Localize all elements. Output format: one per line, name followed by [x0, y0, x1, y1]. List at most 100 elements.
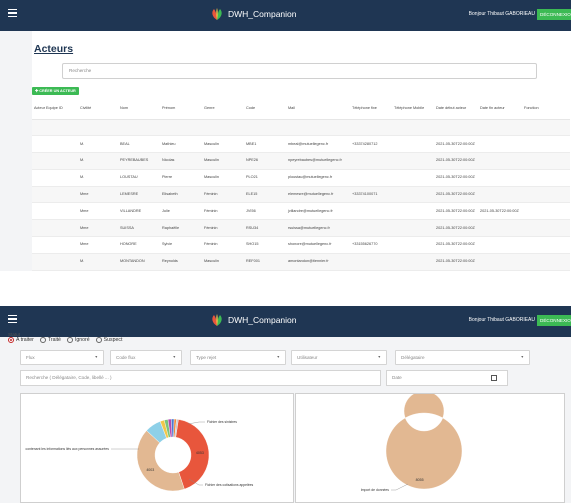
filter-select[interactable]: Code flux ▼	[110, 350, 182, 365]
column-header[interactable]: Fonction	[522, 103, 570, 120]
table-row[interactable]	[32, 119, 570, 137]
table-cell: LEMESRE	[118, 186, 160, 204]
donut-chart-right[interactable]: 8055 Import de données	[296, 390, 566, 503]
column-header[interactable]: Civilité	[78, 103, 118, 120]
column-header[interactable]: Téléphone Mobile	[392, 103, 434, 120]
column-header[interactable]: Acteur Equipe ID	[32, 103, 78, 120]
filter-label: Type rejet	[196, 355, 217, 360]
filter-select[interactable]: Flux ▼	[20, 350, 104, 365]
column-header[interactable]: Date début acteur	[434, 103, 478, 120]
menu-icon[interactable]	[8, 315, 17, 323]
table-cell	[392, 152, 434, 170]
table-cell	[32, 169, 78, 187]
table-cell	[478, 152, 522, 170]
brand[interactable]: DWH_Companion	[210, 313, 297, 327]
statut-radio[interactable]: Traité	[39, 337, 61, 343]
table-row[interactable]: M. MONTANDON Reynolds Masculin REF001 amontan…	[32, 253, 570, 271]
table-cell: mbeal@mutuellegenc.fr	[286, 135, 350, 154]
table-cell	[392, 119, 434, 137]
brand[interactable]: DWH_Companion	[210, 7, 297, 21]
table-cell	[478, 219, 522, 238]
top-navbar: DWH_Companion Bonjour Thibaut GABORIEAU …	[0, 0, 571, 31]
chart-panel-left: 4053 4003 contenant les informations liés …	[20, 393, 294, 503]
table-cell: 2021-05-30T22:00:00Z	[434, 253, 478, 271]
slice-category-label: contenant les informations liés aux pers…	[26, 447, 110, 451]
table-row[interactable]: M. BEAL Mathieu Masculin MBE1 mbeal@mutuelleg…	[32, 135, 570, 154]
column-header[interactable]: Genre	[202, 103, 244, 120]
radio-circle-icon[interactable]	[8, 337, 14, 343]
logout-button[interactable]: DÉCONNEXION	[537, 315, 571, 326]
table-cell	[522, 152, 570, 170]
table-cell: Mathieu	[160, 135, 202, 154]
date-field[interactable]: Date	[386, 370, 508, 386]
donut-chart-left[interactable]: 4053 4003 contenant les informations liés …	[21, 394, 295, 503]
table-cell	[522, 119, 570, 137]
filter-select[interactable]: Type rejet ▼	[190, 350, 286, 365]
chevron-down-icon: ▼	[377, 355, 381, 359]
calendar-icon[interactable]	[491, 375, 497, 381]
table-cell: Nicolas	[160, 152, 202, 170]
radio-label: A traiter	[16, 337, 34, 343]
table-row[interactable]: Mme VILLANDRE Julie Féminin JVI56 jvillandre@…	[32, 202, 570, 221]
table-body: M. BEAL Mathieu Masculin MBE1 mbeal@mutuelleg…	[32, 119, 570, 271]
radio-circle-icon[interactable]	[66, 337, 73, 343]
column-header[interactable]: Code	[244, 103, 286, 120]
radio-label: Suspect	[103, 337, 123, 343]
table-cell	[392, 253, 434, 271]
column-header[interactable]: Prénom	[160, 103, 202, 120]
table-cell	[478, 119, 522, 137]
table-row[interactable]: M. LOUSTAU Pierre Masculin PLO21 ploustau@mut…	[32, 169, 570, 187]
statut-radio[interactable]: Suspect	[95, 337, 123, 343]
radio-circle-icon[interactable]	[39, 337, 46, 343]
table-cell	[350, 152, 392, 170]
statut-radio[interactable]: Ignoré	[66, 337, 90, 343]
logout-button[interactable]: DÉCONNEXION	[537, 9, 571, 20]
table-cell	[32, 186, 78, 204]
filter-select[interactable]: Utilisateur ▼	[291, 350, 387, 365]
table-cell: 2021-05-30T22:00:00Z	[478, 202, 522, 221]
table-cell	[350, 202, 392, 221]
table-cell	[478, 236, 522, 254]
table-cell: BEAL	[118, 135, 160, 154]
menu-icon[interactable]	[8, 9, 17, 17]
column-header[interactable]: Téléphone fixe	[350, 103, 392, 120]
table-cell: Masculin	[202, 152, 244, 170]
filter-label: Code flux	[116, 355, 136, 360]
column-header[interactable]: Mail	[286, 103, 350, 120]
chevron-down-icon: ▼	[520, 355, 524, 359]
column-header[interactable]: Nom	[118, 103, 160, 120]
search-input[interactable]: Recherche	[62, 63, 537, 79]
filter-select[interactable]: Délégataire ▼	[395, 350, 530, 365]
radio-label: Traité	[47, 337, 61, 343]
table-cell: MONTANDON	[118, 253, 160, 271]
column-header[interactable]: Date fin acteur	[478, 103, 522, 120]
statut-radio-group: A traiter Traité Ignoré Suspect	[8, 337, 128, 343]
table-cell	[522, 202, 570, 221]
table-row[interactable]: Mme SUISSA Raphaëlle Féminin RSU34 rsuissa@mu…	[32, 219, 570, 238]
table-cell: M.	[78, 152, 118, 170]
donut-slice[interactable]	[385, 390, 463, 490]
top-navbar-2: DWH_Companion Bonjour Thibaut GABORIEAU …	[0, 306, 571, 337]
radio-circle-icon[interactable]	[95, 337, 102, 343]
table-cell: HONORE	[118, 236, 160, 254]
user-greeting: Bonjour Thibaut GABORIEAU	[468, 317, 535, 323]
statut-radio[interactable]: A traiter	[8, 337, 34, 343]
table-cell: NPE26	[244, 152, 286, 170]
slice-value-label: 8055	[416, 478, 424, 482]
create-actor-button[interactable]: ✚ CRÉER UN ACTEUR	[32, 87, 79, 95]
table-row[interactable]: Mme LEMESRE Elisabeth Féminin ELE15 elemesre@…	[32, 186, 570, 204]
table-cell	[392, 186, 434, 204]
radio-label: Ignoré	[74, 337, 90, 343]
filter-label: Flux	[26, 355, 35, 360]
table-cell	[478, 135, 522, 154]
table-cell: JVI56	[244, 202, 286, 221]
table-cell: Mme	[78, 219, 118, 238]
table-row[interactable]: M. PEYREBAUBES Nicolas Masculin NPE26 npeyreb…	[32, 152, 570, 170]
rejets-search-input[interactable]: Recherche ( Délégataire, Code, libellé .…	[20, 370, 381, 386]
table-cell: Féminin	[202, 219, 244, 238]
slice-value-label: 4053	[196, 451, 204, 455]
table-row[interactable]: Mme HONORE Sylvie Féminin SHO15 shonore@mutue…	[32, 236, 570, 254]
user-greeting: Bonjour Thibaut GABORIEAU	[468, 11, 535, 17]
chart-panel-right: 8055 Import de données	[295, 390, 566, 503]
page-title: Acteurs	[34, 43, 74, 55]
